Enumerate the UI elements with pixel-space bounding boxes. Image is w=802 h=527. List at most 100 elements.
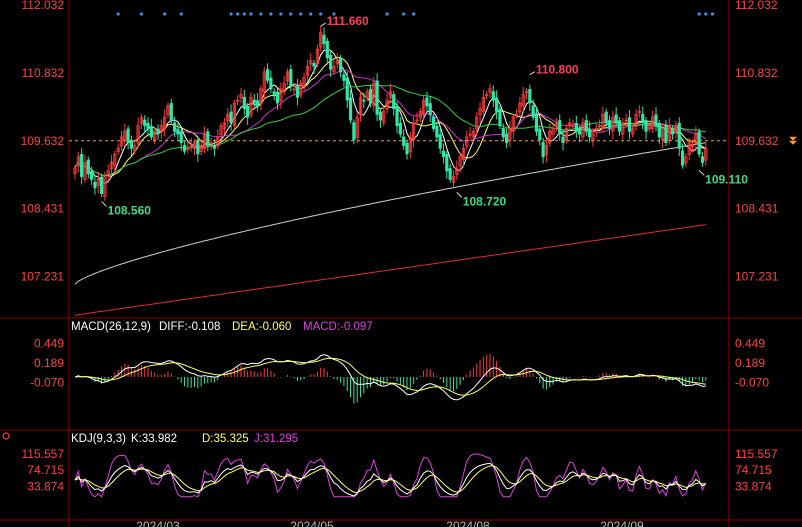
candle-body — [607, 120, 612, 129]
candle-body — [495, 97, 499, 112]
signal-dot — [249, 12, 253, 16]
candle-body — [229, 111, 233, 124]
settings-icon[interactable] — [2, 432, 10, 440]
signal-dot — [236, 12, 240, 16]
signal-dots — [116, 12, 715, 16]
kdj-tick-label-left: 74.715 — [27, 463, 64, 477]
reference-price-marker — [789, 136, 797, 145]
signal-dot — [697, 12, 701, 16]
candle-body — [531, 105, 535, 118]
candle-body — [149, 125, 153, 138]
candle-body — [378, 111, 383, 121]
candle-body — [395, 105, 399, 127]
kdj-title: KDJ(9,3,3) — [71, 433, 126, 445]
kdj-tick-label-right: 33.874 — [735, 479, 772, 493]
candle-body — [614, 114, 618, 124]
annotation-pointer — [320, 22, 326, 27]
candle-body — [368, 89, 373, 104]
candle-body — [654, 114, 658, 127]
candle-body — [641, 113, 645, 124]
candle-body — [644, 120, 648, 132]
kdj-j-label: J:31.295 — [254, 433, 298, 445]
candle-body — [252, 99, 256, 104]
candle-body — [143, 119, 147, 127]
candle-body — [398, 122, 402, 135]
candle-body — [93, 181, 97, 189]
candle-body — [126, 128, 130, 144]
macd-title: MACD(26,12,9) — [71, 321, 151, 333]
candle-body — [402, 136, 406, 146]
signal-dot — [116, 12, 120, 16]
candle-body — [627, 117, 632, 132]
candle-body — [80, 154, 84, 177]
signal-dot — [299, 12, 303, 16]
candle-body — [86, 159, 90, 175]
kdj-indicator: 115.557 115.557 74.715 74.715 33.874 33.874 — [22, 447, 778, 498]
candle-body — [99, 176, 104, 194]
candle-body — [558, 120, 562, 135]
y-tick-label-left: 107.231 — [21, 270, 65, 284]
y-tick-label-right: 110.832 — [735, 66, 778, 80]
macd-tick-label-left: -0.070 — [30, 375, 64, 389]
date-tick-label: 2024/05 — [290, 519, 334, 527]
candle-body — [242, 96, 246, 110]
candle-body — [501, 128, 505, 138]
candle-body — [146, 122, 150, 129]
signal-dot — [319, 12, 323, 16]
price-annotation-label: 108.720 — [463, 194, 507, 208]
candle-body — [272, 91, 276, 95]
candle-body — [498, 108, 502, 127]
candle-body — [312, 62, 316, 67]
annotation-pointer — [529, 71, 536, 76]
y-tick-label-left: 109.632 — [21, 134, 65, 148]
candle-body — [431, 116, 436, 129]
candle-body — [405, 142, 409, 155]
signal-dot — [710, 12, 715, 16]
macd-tick-label-left: 0.449 — [34, 336, 64, 350]
price-annotation-label: 110.800 — [536, 63, 579, 77]
candle-body — [425, 97, 429, 107]
ma-line — [74, 224, 706, 316]
price-annotation-label: 109.110 — [705, 172, 748, 186]
macd-diff-label: DIFF:-0.108 — [159, 321, 220, 333]
candle-body — [345, 77, 349, 101]
candle-body — [491, 91, 495, 101]
candle-body — [574, 122, 578, 132]
candle-body — [428, 103, 432, 115]
candle-body — [438, 134, 442, 149]
signal-dot — [259, 12, 263, 16]
y-tick-label-left: 112.032 — [22, 0, 65, 12]
candle-body — [441, 150, 446, 158]
stock-chart[interactable]: 112.032 112.032 110.832 110.832 109.632 109.6… — [0, 0, 802, 527]
candle-body — [179, 131, 183, 144]
kdj-k-label: K:33.982 — [131, 433, 177, 445]
candle-body — [289, 69, 293, 87]
date-tick-label: 2024/08 — [446, 519, 490, 527]
candle-body — [212, 145, 217, 149]
signal-dot — [229, 12, 233, 16]
candle-body — [176, 128, 180, 135]
candle-body — [275, 91, 280, 104]
candlesticks[interactable] — [73, 26, 708, 201]
candle-body — [348, 97, 353, 121]
candle-body — [375, 80, 379, 115]
candle-body — [352, 122, 356, 141]
date-tick-label: 2024/09 — [600, 519, 644, 527]
candle-body — [255, 100, 260, 107]
candle-body — [445, 154, 449, 172]
y-tick-label-left: 108.431 — [21, 202, 65, 216]
candle-body — [700, 156, 705, 163]
candle-body — [362, 99, 366, 102]
candle-body — [578, 128, 582, 135]
kdj-tick-label-left: 33.874 — [27, 479, 64, 493]
candle-body — [664, 125, 668, 144]
signal-dot — [279, 12, 283, 16]
y-tick-label-right: 112.032 — [735, 0, 778, 12]
candle-body — [172, 122, 177, 132]
kdj-tick-label-right: 115.557 — [735, 447, 778, 461]
macd-tick-label-left: 0.189 — [34, 356, 64, 370]
signal-dot — [289, 12, 293, 16]
candle-body — [246, 105, 250, 118]
annotation-pointer — [456, 192, 463, 198]
candle-body — [677, 122, 681, 149]
